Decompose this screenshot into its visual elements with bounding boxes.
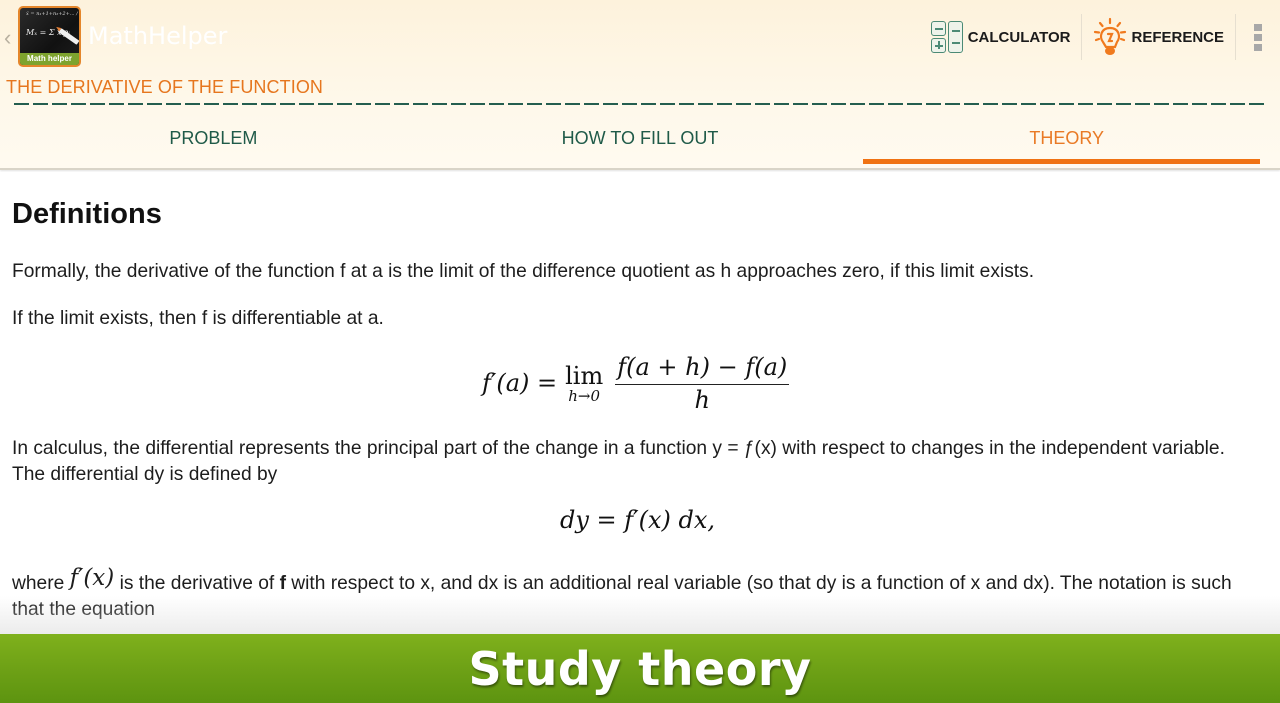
derivative-limit-equation: f′(a) = lim h→0 f(a + h) − f(a) h: [482, 348, 790, 418]
eq-numerator: f(a + h) − f(a): [615, 352, 790, 385]
app-title: MathHelper: [88, 22, 228, 50]
overflow-menu-button[interactable]: [1236, 14, 1280, 60]
more-dots-icon: [1254, 23, 1262, 31]
app-logo[interactable]: x̄ = n₁+1+n₂+2+... / N Mₓ = Σ xᵢpᵢ Math …: [18, 6, 81, 67]
promo-banner: Study theory: [0, 634, 1280, 703]
section-title: THE DERIVATIVE OF THE FUNCTION: [6, 77, 324, 97]
calculator-label: CALCULATOR: [967, 28, 1071, 46]
active-tab-indicator: [863, 159, 1261, 164]
reference-button[interactable]: REFERENCE: [1082, 14, 1236, 60]
reference-label: REFERENCE: [1131, 28, 1224, 46]
back-chevron-icon[interactable]: ‹: [4, 24, 18, 52]
paragraph: where f′(x) is the derivative of f with …: [12, 565, 1232, 620]
inline-math: f′(x): [69, 565, 115, 591]
action-bar: ‹ x̄ = n₁+1+n₂+2+... / N Mₓ = Σ xᵢpᵢ Mat…: [0, 0, 1280, 170]
tab-theory[interactable]: THEORY: [853, 112, 1280, 166]
definitions-heading: Definitions: [12, 198, 162, 230]
dashed-divider: [14, 103, 1268, 105]
logo-formula-top: x̄ = n₁+1+n₂+2+... / N: [26, 11, 79, 17]
eq-fraction: f(a + h) − f(a) h: [615, 352, 790, 415]
calculator-button[interactable]: CALCULATOR: [919, 14, 1083, 60]
paragraph: Formally, the derivative of the function…: [12, 261, 1035, 282]
calculator-icon: [930, 20, 964, 54]
theory-content[interactable]: Definitions Formally, the derivative of …: [0, 172, 1280, 634]
differential-equation: dy = f′(x) dx,: [560, 506, 716, 534]
paragraph: If the limit exists, then f is different…: [12, 308, 384, 329]
paragraph: In calculus, the differential represents…: [12, 438, 1225, 485]
tab-bar: PROBLEM HOW TO FILL OUT THEORY: [0, 112, 1280, 166]
lightbulb-icon: [1094, 17, 1127, 55]
tab-label: THEORY: [1029, 128, 1105, 148]
action-buttons: CALCULATOR REFERENCE: [919, 14, 1280, 60]
eq-limit: lim h→0: [565, 362, 604, 405]
tab-label: PROBLEM: [169, 128, 258, 148]
tab-how-to-fill-out[interactable]: HOW TO FILL OUT: [427, 112, 854, 166]
tab-label: HOW TO FILL OUT: [561, 128, 719, 148]
tab-problem[interactable]: PROBLEM: [0, 112, 427, 166]
eq-lhs: f′(a) =: [482, 369, 558, 397]
banner-text: Study theory: [468, 641, 812, 696]
logo-badge: Math helper: [20, 53, 79, 65]
eq-denominator: h: [694, 385, 710, 414]
